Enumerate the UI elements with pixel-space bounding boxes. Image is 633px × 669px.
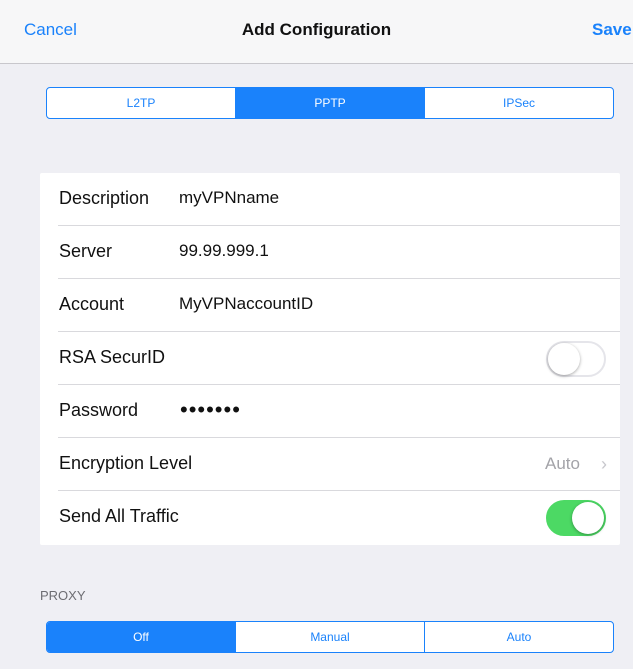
encryption-level-label: Encryption Level — [59, 453, 193, 473]
proxy-section-header: PROXY — [40, 588, 86, 603]
password-field[interactable]: ••••••• — [180, 397, 241, 423]
rsa-securid-label: RSA SecurID — [59, 347, 166, 367]
segment-proxy-auto[interactable]: Auto — [424, 622, 613, 652]
encryption-level-row[interactable]: Encryption Level Auto › — [40, 438, 620, 491]
page-title: Add Configuration — [241, 20, 392, 39]
toggle-knob — [572, 502, 604, 534]
segment-proxy-manual[interactable]: Manual — [235, 622, 424, 652]
server-row[interactable]: Server 99.99.999.1 — [40, 226, 620, 279]
description-row[interactable]: Description myVPNname — [40, 173, 620, 226]
server-field[interactable]: 99.99.999.1 — [179, 241, 269, 261]
password-row[interactable]: Password ••••••• — [40, 385, 620, 438]
account-field[interactable]: MyVPNaccountID — [179, 294, 313, 314]
chevron-right-icon: › — [601, 454, 607, 474]
send-all-traffic-label: Send All Traffic — [59, 506, 179, 526]
send-all-traffic-row: Send All Traffic — [40, 491, 620, 544]
segment-l2tp[interactable]: L2TP — [47, 88, 235, 118]
encryption-level-value: Auto — [545, 454, 580, 473]
password-label: Password — [59, 400, 139, 420]
segment-pptp[interactable]: PPTP — [235, 88, 424, 118]
proxy-segmented-control: Off Manual Auto — [46, 621, 614, 653]
account-row[interactable]: Account MyVPNaccountID — [40, 279, 620, 332]
cancel-button[interactable]: Cancel — [24, 20, 77, 40]
description-field[interactable]: myVPNname — [179, 188, 279, 208]
page-title-container: Add Configuration — [0, 20, 633, 40]
rsa-securid-toggle[interactable] — [546, 341, 606, 377]
send-all-traffic-toggle[interactable] — [546, 500, 606, 536]
description-label: Description — [59, 188, 150, 208]
account-label: Account — [59, 294, 125, 314]
rsa-securid-row: RSA SecurID — [40, 332, 620, 385]
save-button[interactable]: Save — [592, 20, 632, 40]
vpn-type-segmented-control: L2TP PPTP IPSec — [46, 87, 614, 119]
segment-ipsec[interactable]: IPSec — [424, 88, 613, 118]
navigation-bar: Cancel Add Configuration Save — [0, 0, 633, 64]
vpn-settings-group: Description myVPNname Server 99.99.999.1… — [40, 173, 620, 545]
toggle-knob — [548, 343, 580, 375]
server-label: Server — [59, 241, 113, 261]
segment-proxy-off[interactable]: Off — [47, 622, 235, 652]
